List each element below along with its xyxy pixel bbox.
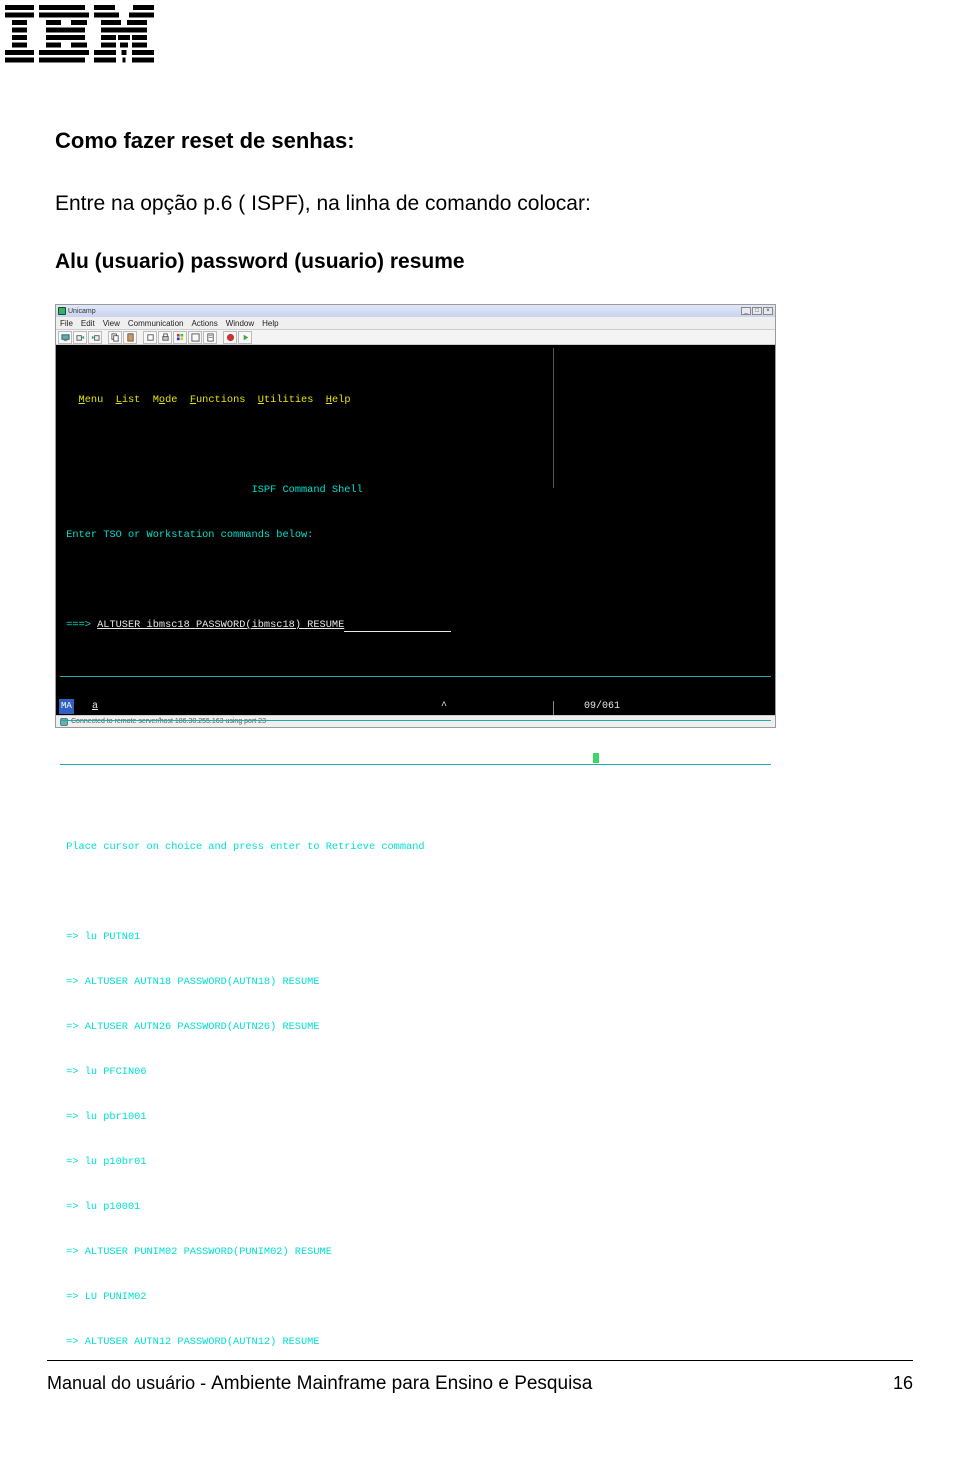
menu-actions[interactable]: Actions: [191, 319, 217, 328]
session-icon: [58, 307, 66, 315]
footer-text: Manual do usuário - Ambiente Mainframe p…: [47, 1373, 592, 1395]
menu-help[interactable]: Help: [262, 319, 278, 328]
column-divider: [553, 701, 554, 715]
document-body: Como fazer reset de senhas: Entre na opç…: [55, 128, 855, 728]
window-menubar: File Edit View Communication Actions Win…: [56, 317, 775, 329]
stop-icon[interactable]: [223, 331, 237, 344]
history-line[interactable]: => LU PUNIM02: [56, 1290, 775, 1305]
footer-divider: [47, 1360, 913, 1361]
screen-title: ISPF Command Shell: [56, 483, 775, 498]
section-paragraph: Entre na opção p.6 ( ISPF), na linha de …: [55, 192, 855, 216]
window-toolbar: [56, 329, 775, 345]
history-line[interactable]: => lu PUTN01: [56, 930, 775, 945]
window-title: Unicamp: [68, 308, 96, 315]
minimize-button[interactable]: _: [741, 307, 751, 315]
menu-view[interactable]: View: [103, 319, 120, 328]
clip-icon[interactable]: [143, 331, 157, 344]
send-icon[interactable]: [73, 331, 87, 344]
retrieve-hint: Place cursor on choice and press enter t…: [56, 840, 775, 855]
history-line[interactable]: => lu pbr1001: [56, 1110, 775, 1125]
blank-line: [56, 795, 775, 810]
history-line[interactable]: => ALTUSER PUNIM02 PASSWORD(PUNIM02) RES…: [56, 1245, 775, 1260]
menu-edit[interactable]: Edit: [81, 319, 95, 328]
column-divider: [553, 348, 554, 488]
command-input-line[interactable]: ===> ALTUSER ibmsc18 PASSWORD(ibmsc18) R…: [56, 618, 775, 633]
doc-icon[interactable]: [203, 331, 217, 344]
status-badge: MA: [59, 699, 74, 714]
ibm-logo: [5, 5, 155, 65]
menu-communication[interactable]: Communication: [128, 319, 184, 328]
copy-icon[interactable]: [108, 331, 122, 344]
section-heading: Como fazer reset de senhas:: [55, 128, 855, 154]
close-button[interactable]: ×: [763, 307, 773, 315]
history-line[interactable]: => ALTUSER AUTN18 PASSWORD(AUTN18) RESUM…: [56, 975, 775, 990]
menu-file[interactable]: File: [60, 319, 73, 328]
input-continuation[interactable]: [60, 751, 771, 765]
page-number: 16: [893, 1373, 913, 1394]
window-buttons: _ □ ×: [741, 307, 773, 315]
recv-icon[interactable]: [88, 331, 102, 344]
input-continuation[interactable]: [60, 663, 771, 677]
status-caret-icon: ^: [441, 699, 447, 714]
cursor-icon: [593, 753, 599, 763]
history-line[interactable]: => ALTUSER AUTN12 PASSWORD(AUTN12) RESUM…: [56, 1335, 775, 1350]
history-line[interactable]: => ALTUSER AUTN26 PASSWORD(AUTN26) RESUM…: [56, 1020, 775, 1035]
history-line[interactable]: => lu p10br01: [56, 1155, 775, 1170]
color-icon[interactable]: [173, 331, 187, 344]
maximize-button[interactable]: □: [752, 307, 762, 315]
prompt-line: Enter TSO or Workstation commands below:: [56, 528, 775, 543]
menu-window[interactable]: Window: [226, 319, 254, 328]
blank-line: [56, 438, 775, 453]
input-continuation[interactable]: [60, 707, 771, 721]
history-line[interactable]: => lu p10001: [56, 1200, 775, 1215]
host-icon[interactable]: [58, 331, 72, 344]
paste-icon[interactable]: [123, 331, 137, 344]
history-line[interactable]: => lu PFCIN06: [56, 1065, 775, 1080]
status-a: a: [92, 699, 98, 714]
play-icon[interactable]: [238, 331, 252, 344]
blank-line: [56, 573, 775, 588]
cursor-position: 09/061: [584, 699, 620, 714]
page-footer: Manual do usuário - Ambiente Mainframe p…: [47, 1360, 913, 1395]
terminal-screen[interactable]: Menu List Mode Functions Utilities Help …: [56, 345, 775, 715]
ispf-menu-row[interactable]: Menu List Mode Functions Utilities Help: [56, 393, 775, 408]
window-titlebar: Unicamp _ □ ×: [56, 305, 775, 317]
blank-line: [56, 885, 775, 900]
command-example: Alu (usuario) password (usuario) resume: [55, 250, 855, 274]
print-icon[interactable]: [158, 331, 172, 344]
shape-icon[interactable]: [188, 331, 202, 344]
terminal-window: Unicamp _ □ × File Edit View Communicati…: [55, 304, 776, 728]
